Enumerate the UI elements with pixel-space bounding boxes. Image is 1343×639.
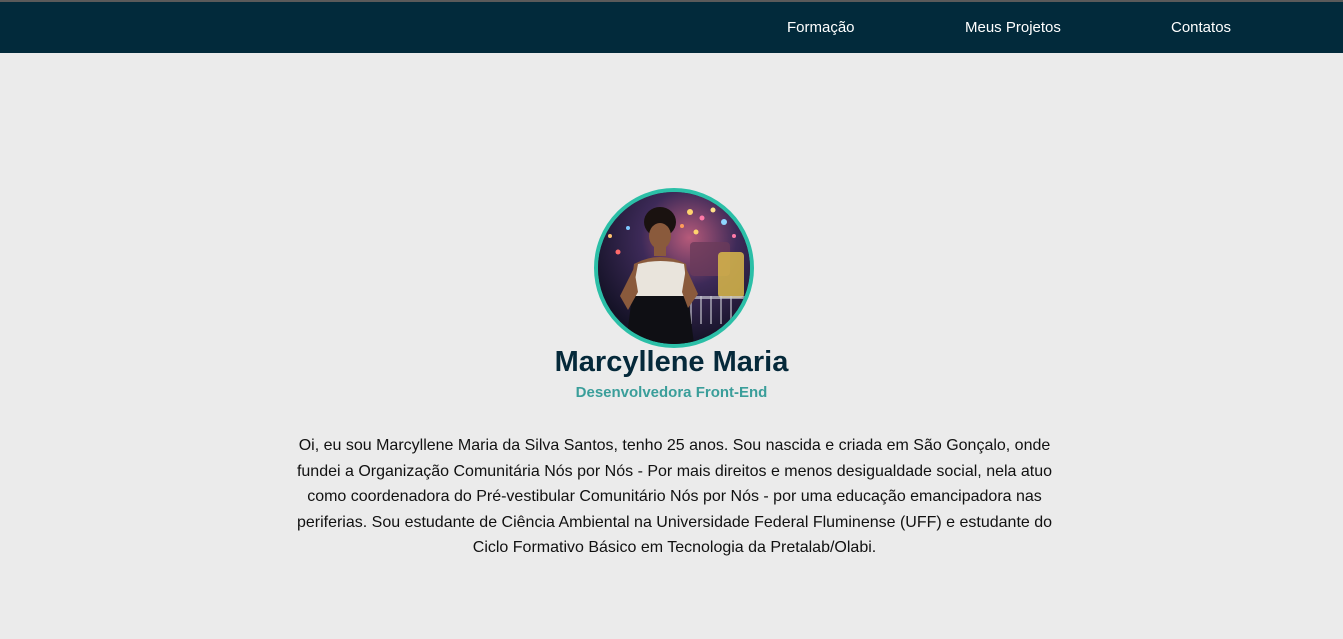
- top-navbar: Formação Meus Projetos Contatos: [0, 2, 1343, 53]
- profile-bio: Oi, eu sou Marcyllene Maria da Silva San…: [296, 437, 1053, 556]
- nav-link-contatos[interactable]: Contatos: [1171, 2, 1231, 53]
- profile-name: Marcyllene Maria: [554, 346, 789, 378]
- profile-photo-illustration: [598, 192, 750, 344]
- nav-link-formacao[interactable]: Formação: [787, 2, 855, 53]
- profile-role: Desenvolvedora Front-End: [575, 384, 768, 401]
- nav-link-meus-projetos[interactable]: Meus Projetos: [965, 2, 1061, 53]
- profile-avatar: [594, 188, 754, 348]
